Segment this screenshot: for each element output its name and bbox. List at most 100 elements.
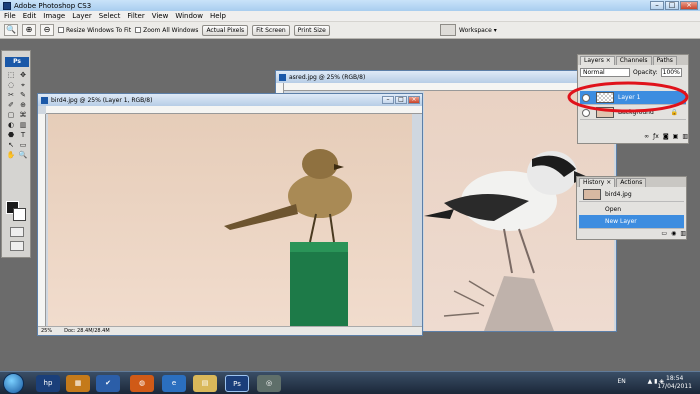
document-title: asred.jpg @ 25% (RGB/8) (289, 73, 366, 81)
resize-windows-checkbox[interactable]: Resize Windows To Fit (58, 27, 131, 34)
menu-window[interactable]: Window (175, 12, 203, 20)
dodge-tool-icon[interactable]: ◐ (5, 120, 17, 130)
menu-filter[interactable]: Filter (127, 12, 144, 20)
highlight-ellipse (567, 81, 689, 113)
fit-screen-button[interactable]: Fit Screen (252, 24, 290, 36)
history-state[interactable]: New Layer (579, 215, 684, 229)
print-size-button[interactable]: Print Size (293, 24, 330, 36)
shape-tool-icon[interactable]: ▭ (17, 140, 29, 150)
workspace-menu[interactable]: Workspace ▾ (440, 24, 497, 36)
healing-tool-icon[interactable]: ⊕ (17, 100, 29, 110)
trash-icon[interactable]: ▥ (680, 230, 686, 237)
menu-view[interactable]: View (152, 12, 169, 20)
bird-photo (224, 149, 352, 326)
layers-footer: ∞ ƒx ◙ ▣ ▥ (580, 133, 688, 141)
app-taskbar-icon[interactable]: ◎ (257, 375, 281, 392)
path-select-tool-icon[interactable]: ↖ (5, 140, 17, 150)
internet-explorer-icon[interactable]: e (162, 375, 186, 392)
zoom-all-label: Zoom All Windows (143, 26, 199, 34)
snapshot-thumbnail (583, 189, 601, 200)
quick-mask-icon[interactable] (10, 227, 24, 237)
trash-icon[interactable]: ▥ (682, 133, 688, 141)
resize-windows-label: Resize Windows To Fit (66, 26, 132, 34)
zoom-tool-icon[interactable]: 🔍 (17, 150, 29, 160)
firefox-icon[interactable]: ◍ (130, 375, 154, 392)
zoom-all-checkbox[interactable]: Zoom All Windows (135, 27, 198, 34)
canvas-bird4[interactable] (48, 114, 412, 326)
menu-file[interactable]: File (4, 12, 16, 20)
language-indicator[interactable]: EN (617, 378, 625, 385)
layers-panel-tabs: Layers × Channels Paths (578, 55, 688, 65)
new-document-icon[interactable]: ▭ (661, 230, 667, 237)
zoom-out-icon[interactable]: ⊖ (40, 24, 54, 36)
history-state-label: New Layer (605, 218, 637, 225)
new-layer-icon[interactable]: ▣ (673, 133, 679, 141)
brush-tool-icon[interactable]: ✐ (5, 100, 17, 110)
screen-mode-icon[interactable] (10, 241, 24, 251)
menu-edit[interactable]: Edit (23, 12, 37, 20)
background-color-swatch[interactable] (13, 208, 26, 221)
document-window-bird4: bird4.jpg @ 25% (Layer 1, RGB/8) – □ × 2… (37, 93, 423, 336)
app-title-bar: Adobe Photoshop CS3 – □ × (0, 0, 700, 11)
checkmark-app-icon[interactable]: ✔ (96, 375, 120, 392)
document-window-controls: – □ × (382, 96, 420, 104)
clock-date: 17/04/2011 (657, 383, 692, 390)
hp-icon[interactable]: hp (36, 375, 60, 392)
tab-layers[interactable]: Layers × (580, 56, 615, 65)
menu-help[interactable]: Help (210, 12, 226, 20)
crop-tool-icon[interactable]: ✂ (5, 90, 17, 100)
mask-icon[interactable]: ◙ (663, 133, 669, 141)
stamp-tool-icon[interactable]: ▢ (5, 110, 17, 120)
blend-row: Normal Opacity: 100% (580, 67, 688, 77)
magic-wand-tool-icon[interactable]: ⌖ (17, 80, 29, 90)
menu-select[interactable]: Select (99, 12, 121, 20)
type-tool-icon[interactable]: T (17, 130, 29, 140)
document-title-bar[interactable]: bird4.jpg @ 25% (Layer 1, RGB/8) (38, 94, 422, 106)
zoom-level[interactable]: 25% (41, 328, 52, 334)
tab-paths[interactable]: Paths (652, 56, 677, 65)
gradient-tool-icon[interactable]: ▥ (17, 120, 29, 130)
clock[interactable]: 18:54 17/04/2011 (657, 375, 692, 391)
blend-mode-select[interactable]: Normal (580, 67, 630, 77)
fx-icon[interactable]: ƒx (653, 133, 659, 141)
tab-channels[interactable]: Channels (615, 56, 652, 65)
opacity-label: Opacity: (633, 68, 658, 76)
maximize-button[interactable]: □ (665, 1, 679, 10)
slice-tool-icon[interactable]: ✎ (17, 90, 29, 100)
doc-minimize-button[interactable]: – (382, 96, 394, 104)
doc-close-button[interactable]: × (408, 96, 420, 104)
workspace-label: Workspace ▾ (459, 26, 497, 34)
history-snapshot[interactable]: bird4.jpg (579, 188, 684, 202)
zoom-tool-icon[interactable]: 🔍 (4, 24, 18, 36)
status-bar: 25% Doc: 28.4M/28.4M (38, 326, 422, 335)
media-icon[interactable]: ▦ (66, 375, 90, 392)
hand-tool-icon[interactable]: ✋ (5, 150, 17, 160)
app-title: Adobe Photoshop CS3 (14, 1, 92, 10)
history-brush-tool-icon[interactable]: ⌘ (17, 110, 29, 120)
document-title-bar[interactable]: asred.jpg @ 25% (RGB/8) (276, 71, 616, 83)
doc-maximize-button[interactable]: □ (395, 96, 407, 104)
zoom-in-icon[interactable]: ⊕ (22, 24, 36, 36)
start-button[interactable] (3, 373, 24, 394)
horizontal-ruler (46, 106, 422, 114)
actual-pixels-button[interactable]: Actual Pixels (202, 24, 249, 36)
ps-badge: Ps (5, 57, 29, 67)
menu-image[interactable]: Image (43, 12, 65, 20)
pen-tool-icon[interactable]: ⬣ (5, 130, 17, 140)
close-button[interactable]: × (680, 1, 698, 10)
tool-grid: ⬚ ✥ ◌ ⌖ ✂ ✎ ✐ ⊕ ▢ ⌘ ◐ ▥ ⬣ T ↖ ▭ ✋ 🔍 (5, 70, 29, 160)
menu-layer[interactable]: Layer (72, 12, 92, 20)
photoshop-taskbar-icon[interactable]: Ps (225, 375, 249, 392)
folder-icon[interactable]: ▤ (193, 375, 217, 392)
minimize-button[interactable]: – (650, 1, 664, 10)
camera-icon[interactable]: ◉ (671, 230, 676, 237)
workspace-icon (440, 24, 456, 36)
lasso-tool-icon[interactable]: ◌ (5, 80, 17, 90)
link-icon[interactable]: ∞ (644, 133, 649, 141)
marquee-tool-icon[interactable]: ⬚ (5, 70, 17, 80)
tab-actions[interactable]: Actions (616, 178, 647, 187)
move-tool-icon[interactable]: ✥ (17, 70, 29, 80)
document-icon (279, 73, 286, 81)
tab-history[interactable]: History × (579, 178, 616, 187)
opacity-input[interactable]: 100% (660, 67, 682, 77)
